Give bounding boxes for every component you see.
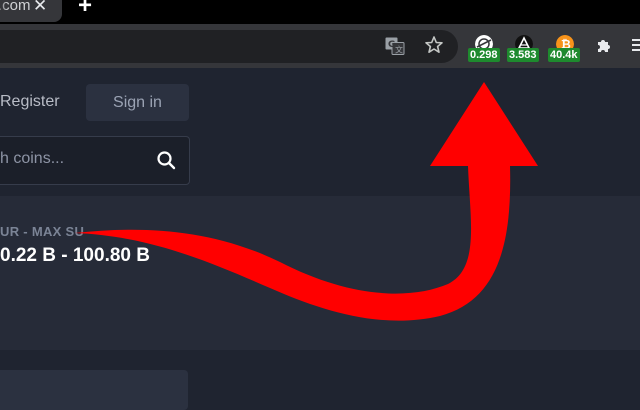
card-value: 0.22 B - 100.80 B: [0, 245, 150, 266]
extensions-puzzle-icon[interactable]: [594, 36, 614, 56]
menu-icon[interactable]: [632, 38, 640, 52]
tab-strip: [0, 0, 640, 24]
extension-badge-3: 40.4k: [548, 48, 580, 62]
register-link[interactable]: Register: [0, 93, 60, 111]
lower-panel: [0, 370, 188, 410]
info-card: [0, 196, 640, 350]
tab-title: .com: [0, 0, 31, 14]
card-label: UR - MAX SU: [0, 224, 85, 239]
bookmark-star-icon[interactable]: [424, 35, 444, 55]
translate-icon[interactable]: G 文: [385, 37, 405, 55]
sign-in-button[interactable]: Sign in: [86, 84, 189, 121]
extension-badge-1: 0.298: [468, 48, 500, 62]
search-icon[interactable]: [156, 150, 176, 170]
extension-badge-2: 3.583: [507, 48, 539, 62]
search-placeholder: h coins...: [0, 150, 65, 167]
close-icon[interactable]: ✕: [33, 0, 47, 16]
new-tab-button[interactable]: +: [78, 0, 92, 20]
svg-text:文: 文: [395, 45, 403, 55]
active-tab[interactable]: .com ✕: [0, 0, 62, 22]
